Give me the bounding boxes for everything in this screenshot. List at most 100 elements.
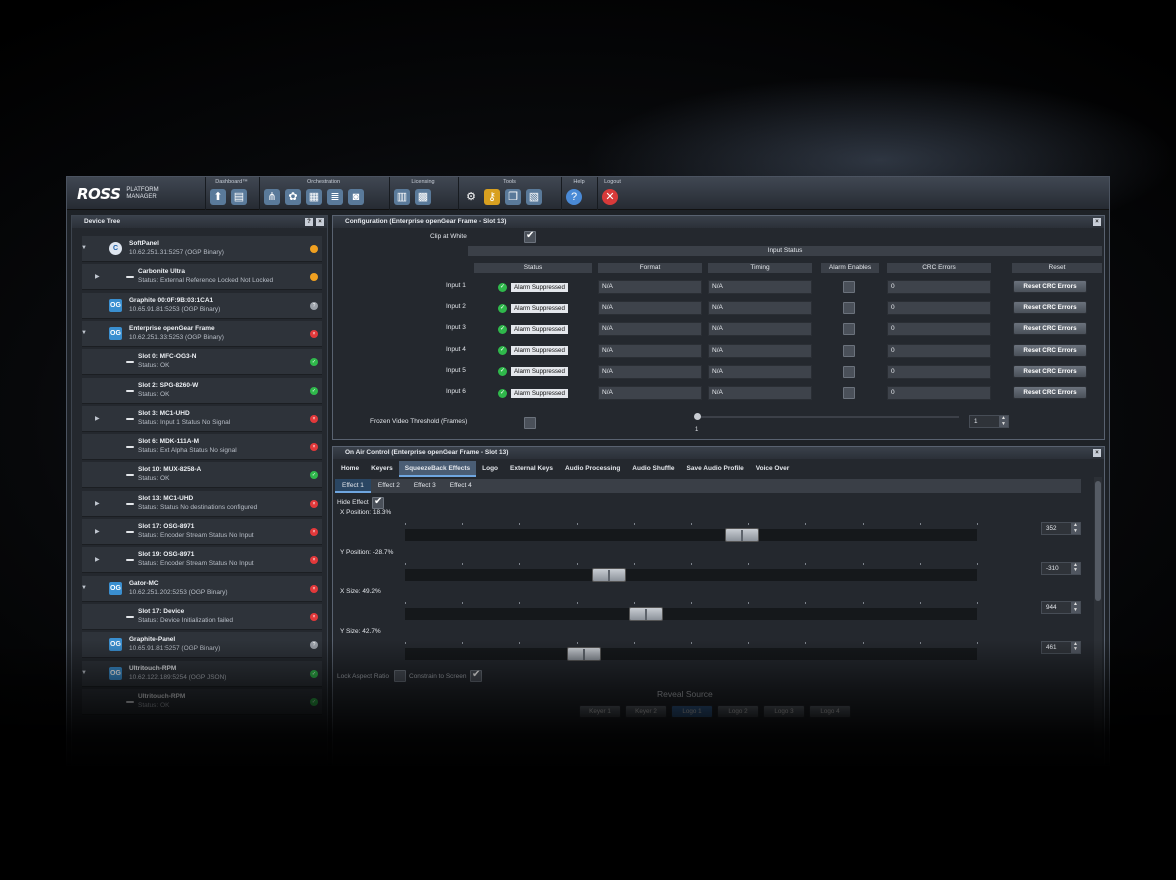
key-icon[interactable]: ⚷ bbox=[484, 189, 500, 205]
slider-thumb[interactable] bbox=[567, 646, 602, 661]
chevron-right-icon[interactable]: ▶ bbox=[95, 556, 100, 563]
tree-row[interactable]: Slot 6: MDK-111A-M Status: Ext Alpha Stat… bbox=[82, 434, 322, 461]
slider-value-stepper[interactable]: -310 ▲ ▼ bbox=[1041, 561, 1081, 575]
chevron-right-icon[interactable]: ▶ bbox=[95, 273, 100, 280]
tree-row[interactable]: Slot 17: Device Status: Device Initializa… bbox=[82, 603, 322, 630]
devices-icon[interactable]: ✿ bbox=[285, 189, 301, 205]
database-icon[interactable]: ≣ bbox=[327, 189, 343, 205]
tab-external-keys[interactable]: External Keys bbox=[504, 461, 559, 477]
clip-at-white-checkbox[interactable] bbox=[524, 230, 536, 243]
gear-icon[interactable]: ⚙ bbox=[463, 189, 479, 205]
windows-icon[interactable]: ❐ bbox=[505, 189, 521, 205]
alarm-enable-checkbox[interactable] bbox=[843, 365, 855, 378]
tree-row[interactable]: ▼ OG Gator-MC 10.62.251.202:5253 (OGP Binar… bbox=[81, 575, 322, 602]
alarm-enable-checkbox[interactable] bbox=[843, 323, 855, 336]
hide-effect-checkbox[interactable] bbox=[372, 496, 384, 509]
alarm-enable-checkbox[interactable] bbox=[843, 387, 855, 399]
frozen-threshold-slider[interactable] bbox=[697, 416, 959, 418]
tab-logo[interactable]: Logo bbox=[476, 461, 504, 477]
reveal-source-button[interactable]: Logo 3 bbox=[763, 705, 805, 718]
tree-row[interactable]: ▶ Slot 13: MC1-UHD Status: Status No desti… bbox=[82, 490, 322, 517]
license-icon[interactable]: ▥ bbox=[394, 189, 410, 205]
reveal-source-button[interactable]: Logo 2 bbox=[717, 705, 759, 718]
tree-row[interactable]: OG Graphite-Panel 10.65.91.81:5257 (OGP Bi… bbox=[82, 632, 322, 659]
position-slider-track[interactable] bbox=[405, 568, 977, 581]
tab-save-audio-profile[interactable]: Save Audio Profile bbox=[681, 461, 750, 477]
tab-effect-3[interactable]: Effect 3 bbox=[407, 479, 443, 493]
slider-value-stepper[interactable]: 461 ▲ ▼ bbox=[1041, 640, 1081, 654]
tree-row[interactable]: ▼ OG Enterprise openGear Frame 10.62.251.33… bbox=[81, 320, 322, 347]
reset-crc-button[interactable]: Reset CRC Errors bbox=[1013, 386, 1087, 399]
slider-thumb[interactable] bbox=[725, 528, 760, 542]
position-slider-track[interactable] bbox=[405, 608, 977, 620]
tab-home[interactable]: Home bbox=[335, 461, 365, 477]
reset-crc-button[interactable]: Reset CRC Errors bbox=[1013, 280, 1087, 293]
tree-row[interactable]: ▼ OG Ultritouch-RPM 10.62.122.189:5254 (OGP… bbox=[81, 660, 322, 687]
tree-row[interactable]: ▶ Slot 3: MC1-UHD Status: Input 1 Status N… bbox=[82, 405, 322, 432]
close-icon[interactable]: × bbox=[1093, 218, 1101, 226]
stepper-arrows-icon[interactable]: ▲ ▼ bbox=[1071, 562, 1080, 574]
stepper-arrows-icon[interactable]: ▲ ▼ bbox=[999, 415, 1008, 427]
tab-effect-1[interactable]: Effect 1 bbox=[335, 479, 371, 493]
tree-layout-icon[interactable]: ▤ bbox=[231, 189, 247, 205]
tree-row[interactable]: ▶ Carbonite Ultra Status: External Referen… bbox=[82, 264, 322, 291]
alarm-enable-checkbox[interactable] bbox=[843, 344, 855, 357]
tab-audio-shuffle[interactable]: Audio Shuffle bbox=[626, 461, 680, 477]
tree-row[interactable]: ▶ Slot 19: OSG-8971 Status: Encoder Stream… bbox=[82, 547, 322, 574]
frozen-threshold-checkbox[interactable] bbox=[524, 417, 536, 429]
stepper-arrows-icon[interactable]: ▲ ▼ bbox=[1071, 601, 1080, 613]
close-icon[interactable]: × bbox=[1093, 449, 1101, 457]
reset-crc-button[interactable]: Reset CRC Errors bbox=[1013, 301, 1087, 315]
reveal-source-button[interactable]: Logo 1 bbox=[671, 705, 713, 718]
reveal-source-button[interactable]: Keyer 1 bbox=[579, 705, 621, 718]
tab-voice-over[interactable]: Voice Over bbox=[750, 461, 795, 477]
chart-icon[interactable]: ▩ bbox=[415, 189, 431, 205]
tree-row[interactable]: Ultritouch-RPM Status: OK ✓ bbox=[82, 688, 322, 715]
tree-row[interactable]: Slot 0: MFC-OG3-N Status: OK ✓ bbox=[82, 349, 322, 376]
scrollbar-thumb[interactable] bbox=[1095, 481, 1101, 601]
constrain-checkbox[interactable] bbox=[470, 669, 482, 682]
tree-row[interactable]: ▶ Slot 17: OSG-8971 Status: Encoder Stream… bbox=[82, 519, 322, 545]
tab-audio-processing[interactable]: Audio Processing bbox=[559, 461, 626, 477]
tree-row[interactable]: OG Graphite 00:0F:9B:03:1CA1 10.65.91.81:5… bbox=[82, 292, 322, 319]
position-slider-track[interactable] bbox=[405, 647, 977, 660]
alarm-enable-checkbox[interactable] bbox=[843, 302, 855, 315]
dashboard-icon[interactable]: ⬆ bbox=[210, 189, 226, 205]
flow-icon[interactable]: ⋔ bbox=[264, 189, 280, 205]
slider-value-stepper[interactable]: 944 ▲ ▼ bbox=[1041, 601, 1081, 614]
stepper-arrows-icon[interactable]: ▲ ▼ bbox=[1071, 522, 1080, 534]
tree-row[interactable]: ▼ C SoftPanel 10.62.251.31:5257 (OGP Binary… bbox=[81, 236, 322, 262]
on-air-scrollbar[interactable] bbox=[1094, 477, 1102, 762]
help-icon[interactable]: ? bbox=[566, 189, 582, 205]
tab-squeezeback-effects[interactable]: SqueezeBack Effects bbox=[398, 461, 477, 477]
chevron-right-icon[interactable]: ▶ bbox=[95, 500, 100, 507]
logout-icon[interactable]: ✕ bbox=[602, 189, 618, 205]
tab-effect-2[interactable]: Effect 2 bbox=[371, 479, 407, 493]
document-icon[interactable]: ▧ bbox=[526, 189, 542, 205]
chevron-down-icon[interactable]: ▼ bbox=[81, 330, 87, 336]
slider-thumb[interactable] bbox=[592, 567, 627, 582]
reset-crc-button[interactable]: Reset CRC Errors bbox=[1013, 343, 1087, 357]
reset-crc-button[interactable]: Reset CRC Errors bbox=[1013, 364, 1087, 378]
frozen-threshold-knob[interactable] bbox=[694, 413, 701, 420]
tab-effect-4[interactable]: Effect 4 bbox=[443, 479, 479, 493]
reveal-source-button[interactable]: Logo 4 bbox=[809, 705, 851, 718]
close-icon[interactable]: × bbox=[316, 218, 324, 226]
tree-row[interactable]: Slot 2: SPG-8260-W Status: OK ✓ bbox=[82, 377, 322, 404]
chevron-down-icon[interactable]: ▼ bbox=[81, 245, 87, 251]
reset-crc-button[interactable]: Reset CRC Errors bbox=[1013, 322, 1087, 336]
chevron-right-icon[interactable]: ▶ bbox=[95, 528, 100, 535]
position-slider-track[interactable] bbox=[405, 529, 977, 541]
slider-thumb[interactable] bbox=[629, 607, 664, 621]
reveal-source-button[interactable]: Keyer 2 bbox=[625, 705, 667, 718]
camera-icon[interactable]: ◙ bbox=[348, 189, 364, 205]
help-icon[interactable]: ? bbox=[305, 218, 313, 226]
folder-icon[interactable]: ▦ bbox=[306, 189, 322, 205]
chevron-down-icon[interactable]: ▼ bbox=[81, 670, 87, 676]
chevron-down-icon[interactable]: ▼ bbox=[81, 585, 87, 591]
chevron-right-icon[interactable]: ▶ bbox=[95, 415, 100, 422]
lock-aspect-checkbox[interactable] bbox=[394, 670, 406, 682]
slider-value-stepper[interactable]: 352 ▲ ▼ bbox=[1041, 522, 1081, 535]
frozen-threshold-stepper[interactable]: 1 ▲ ▼ bbox=[969, 415, 1009, 428]
tree-row[interactable]: Slot 10: MUX-8258-A Status: OK ✓ bbox=[82, 462, 322, 489]
